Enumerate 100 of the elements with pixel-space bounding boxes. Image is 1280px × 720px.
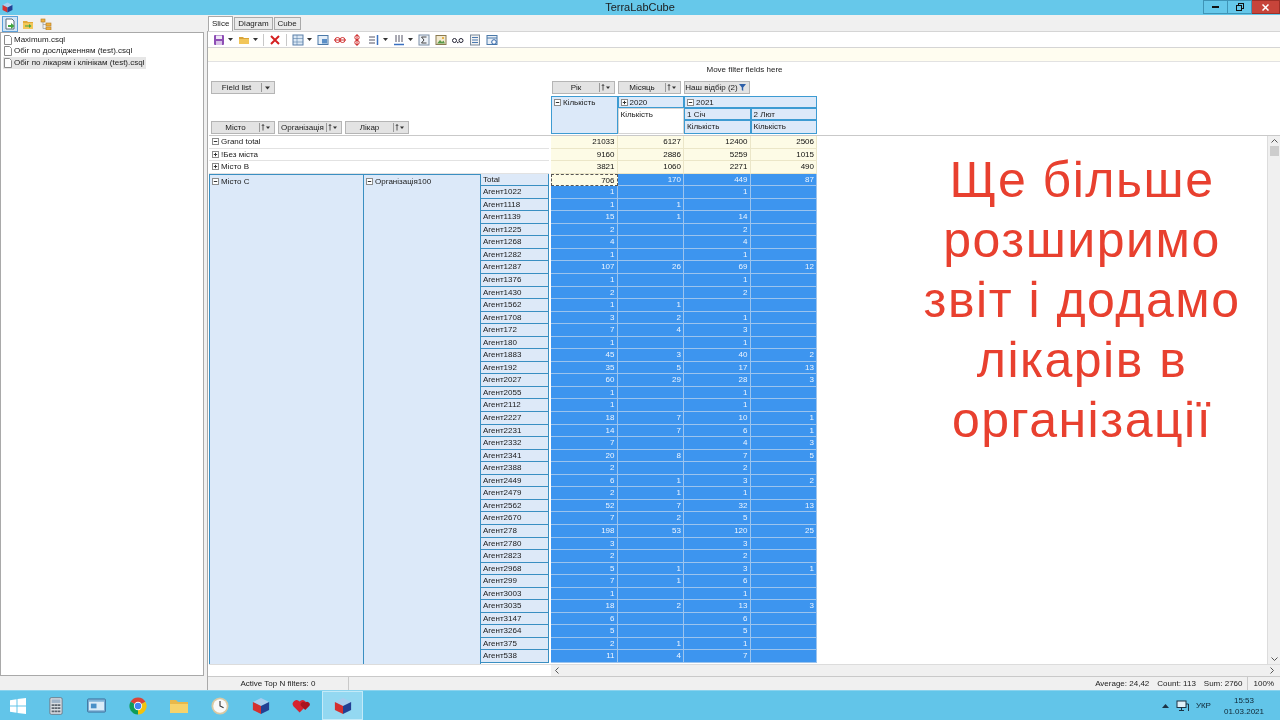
zoom-level: 100% — [1253, 678, 1274, 689]
scroll-thumb[interactable] — [1269, 146, 1279, 156]
table-cell: 1 — [684, 186, 751, 199]
sum-icon[interactable] — [418, 33, 430, 46]
column-field-button[interactable]: Місяць — [618, 81, 681, 94]
window-icon[interactable] — [317, 33, 329, 46]
table-cell: 12400 — [684, 136, 751, 149]
file-item[interactable]: Обіг по дослідженням (test).csql — [3, 45, 135, 57]
sort-caret-icon[interactable] — [393, 123, 406, 132]
file-item[interactable]: Обіг по лікарям і клінікам (test).csql — [3, 57, 147, 69]
tab[interactable]: Diagram — [234, 17, 273, 30]
annotation-text: Ще більше розширимо звіт і додамо лікарів в організації — [922, 151, 1242, 450]
field-list-button[interactable]: Field list — [211, 81, 275, 94]
language-indicator[interactable]: УКР — [1195, 700, 1211, 711]
row-field-button[interactable]: Місто — [211, 121, 275, 134]
table-cell: 3 — [684, 324, 751, 337]
table-cell: 1 — [684, 399, 751, 413]
table-cell: 5 — [684, 512, 751, 525]
save-icon[interactable] — [213, 33, 225, 46]
table-cell: 15 — [551, 211, 618, 224]
table-cell: 3 — [750, 374, 817, 387]
table-cell: 2 — [617, 600, 684, 613]
table-cell: 5 — [684, 625, 751, 638]
minimize-icon — [1212, 6, 1219, 8]
table-cell: 45 — [551, 349, 618, 362]
column-header: 2 Лют — [750, 108, 817, 120]
row-header-label: Організація100 — [375, 175, 432, 187]
row-field-button[interactable]: Організація — [278, 121, 342, 134]
row-header: Агент2332 — [481, 437, 549, 450]
column-header: 1 Січ — [684, 108, 751, 120]
scroll-left-icon[interactable] — [555, 667, 559, 674]
network-icon[interactable] — [1175, 699, 1189, 712]
table-cell: 6127 — [617, 136, 684, 149]
plus-box-icon[interactable] — [212, 150, 219, 158]
row-header: Агент2027 — [481, 374, 549, 387]
table-cell: 2 — [551, 487, 618, 500]
vertical-scrollbar[interactable] — [1267, 136, 1280, 664]
minus-box-icon[interactable] — [687, 99, 694, 106]
tab[interactable]: Cube — [273, 17, 301, 30]
caret-icon[interactable] — [261, 83, 272, 92]
caret-icon[interactable] — [307, 38, 312, 41]
table-cell: 3821 — [551, 161, 618, 174]
table-cell: 2 — [551, 462, 618, 475]
column-header: Кількість — [617, 108, 684, 134]
caret-icon[interactable] — [408, 38, 413, 41]
restore-button[interactable] — [1228, 0, 1252, 14]
taskbar-button[interactable] — [322, 691, 363, 720]
scroll-down-icon[interactable] — [1270, 657, 1278, 661]
sort-caret-icon[interactable] — [599, 83, 612, 92]
plus-box-icon[interactable] — [620, 99, 628, 106]
scroll-right-icon[interactable] — [1270, 667, 1274, 674]
x-mark-icon[interactable] — [269, 33, 281, 46]
row-field-button[interactable]: Лікар — [345, 121, 409, 134]
tree-icon — [40, 17, 52, 30]
table-cell: 1 — [551, 399, 618, 413]
minimize-button[interactable] — [1203, 0, 1228, 14]
plus-box-icon[interactable] — [212, 163, 219, 171]
table-cell: 7 — [551, 575, 618, 588]
close-button[interactable] — [1252, 0, 1280, 14]
sort-caret-icon[interactable] — [665, 83, 678, 92]
row-header: Агент1376 — [481, 274, 549, 287]
minus-box-icon[interactable] — [212, 177, 219, 185]
image-icon[interactable] — [435, 33, 447, 46]
table-cell: 1 — [551, 299, 618, 312]
caret-icon[interactable] — [253, 38, 258, 41]
table-cell: 1 — [617, 575, 684, 588]
chevron-up-icon[interactable] — [1161, 703, 1169, 708]
minus-box-icon[interactable] — [212, 138, 219, 145]
filter-icon[interactable] — [738, 83, 747, 92]
scroll-up-icon[interactable] — [1270, 139, 1278, 143]
table-cell: 2506 — [750, 136, 817, 149]
sort-caret-icon[interactable] — [259, 123, 272, 132]
hearts-icon — [291, 697, 312, 714]
rows-icon[interactable] — [368, 33, 380, 46]
file-item[interactable]: Maximum.csql — [3, 34, 68, 46]
list-icon[interactable] — [469, 33, 481, 46]
column-field-button[interactable]: Наш відбір (2) — [684, 81, 750, 94]
document-arrow-icon — [4, 17, 16, 30]
caret-icon[interactable] — [383, 38, 388, 41]
column-field-button[interactable]: Рік — [552, 81, 615, 94]
sort-caret-icon[interactable] — [326, 123, 339, 132]
minus-box-icon[interactable] — [366, 177, 373, 185]
table-cell: 3 — [750, 437, 817, 450]
columns-icon[interactable] — [393, 33, 405, 46]
caret-icon[interactable] — [228, 38, 233, 41]
stacked-circles-icon[interactable] — [351, 33, 363, 46]
minus-box-icon[interactable] — [554, 99, 561, 106]
row-header: Агент299 — [481, 575, 549, 588]
column-header-label: 2020 — [629, 97, 648, 108]
row-header: Агент1883 — [481, 349, 549, 362]
table-cell: 6 — [684, 575, 751, 588]
horizontal-scrollbar[interactable] — [551, 665, 1280, 676]
row-header-label: Grand total — [221, 136, 261, 147]
table-cell: 1 — [551, 186, 618, 199]
toolbar-button[interactable] — [2, 15, 18, 32]
table-cell: 12 — [750, 261, 817, 274]
folder-icon — [168, 697, 189, 714]
tab[interactable]: Slice — [208, 16, 234, 31]
table-cell: 1 — [617, 211, 684, 224]
row-header: Агент2227 — [481, 412, 549, 425]
